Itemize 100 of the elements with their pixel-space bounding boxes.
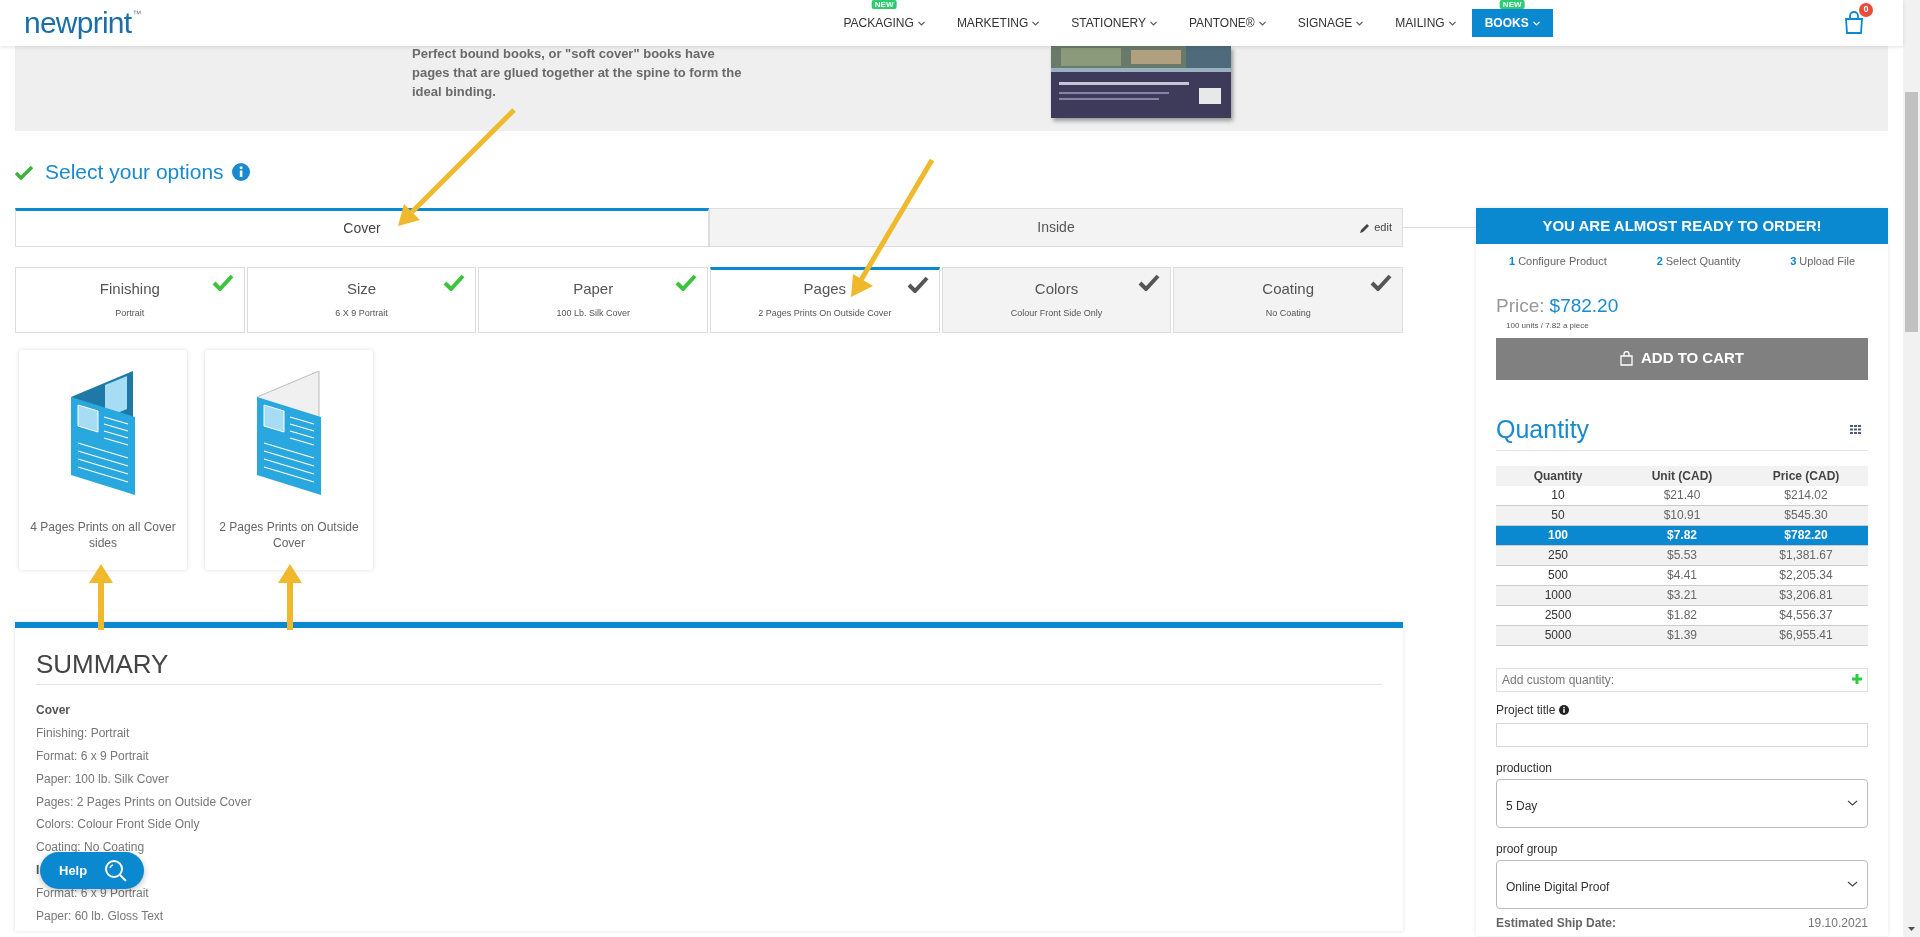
nav-link[interactable]: PANTONE® — [1172, 9, 1282, 37]
step-title: Coating — [1262, 279, 1315, 299]
plus-icon[interactable] — [1852, 673, 1862, 684]
step-value: 6 X 9 Portrait — [335, 306, 388, 320]
cart-icon[interactable] — [1843, 11, 1865, 35]
pencil-icon — [1360, 222, 1371, 233]
custom-quantity-field[interactable]: Add custom quantity: — [1496, 667, 1868, 692]
price-note: 100 units / 7.82 a piece — [1506, 320, 1590, 331]
production-select[interactable]: 5 Day — [1496, 778, 1868, 828]
scrollbar-thumb[interactable] — [1905, 92, 1918, 332]
step-tab[interactable]: Paper 100 Lb. Silk Cover — [478, 267, 708, 333]
column-header: Unit (CAD) — [1650, 467, 1714, 485]
step-title: Paper — [573, 279, 614, 299]
check-icon — [675, 274, 697, 291]
check-icon — [211, 274, 234, 291]
column-header: Price (CAD) — [1771, 467, 1841, 485]
grid-icon[interactable] — [1850, 425, 1862, 434]
nav-link[interactable]: PACKAGING — [827, 9, 941, 37]
quantity-row[interactable]: 50 $10.91 $545.30 — [1496, 505, 1868, 526]
step-value: 2 Pages Prints On Outside Cover — [758, 306, 892, 320]
edit-link[interactable]: edit — [1360, 219, 1392, 236]
summary-heading: Cover — [36, 702, 70, 720]
step-tab[interactable]: Size 6 X 9 Portrait — [246, 267, 477, 333]
summary-line: Colors: Colour Front Side Only — [36, 816, 200, 834]
summary-line: Format: 6 x 9 Portrait — [36, 748, 149, 765]
option-card[interactable]: 2 Pages Prints on Outside Cover — [205, 350, 373, 570]
nav-link[interactable]: MARKETING — [940, 9, 1056, 37]
bag-icon — [1619, 351, 1633, 366]
scroll-down-arrow-icon[interactable] — [1908, 927, 1915, 931]
field-label: production — [1496, 759, 1554, 777]
summary-line: Pages: 2 Pages Prints on Outside Cover — [36, 793, 252, 811]
folded-booklet-icon — [257, 371, 321, 495]
order-step: 2 Select Quantity — [1656, 252, 1741, 270]
logo[interactable]: newprint — [24, 8, 132, 38]
nav-link[interactable]: SIGNAGE — [1281, 9, 1380, 37]
nav-link[interactable]: MAILING — [1379, 9, 1472, 37]
new-badge: NEW — [1499, 0, 1525, 9]
annotation-arrow — [278, 564, 302, 630]
order-step: 1 Configure Product — [1509, 252, 1607, 270]
order-banner: YOU ARE ALMOST READY TO ORDER! — [1476, 208, 1888, 244]
summary-heading: I — [36, 861, 40, 879]
step-title: Pages — [803, 279, 847, 299]
summary-line: Paper: 60 lb. Gloss Text — [36, 907, 164, 925]
step-value: 100 Lb. Silk Cover — [556, 306, 630, 320]
check-icon — [1138, 274, 1161, 291]
chevron-down-icon — [1356, 20, 1364, 26]
option-label: 2 Pages Prints on Outside Cover — [218, 519, 360, 551]
step-tab[interactable]: Pages 2 Pages Prints On Outside Cover — [710, 267, 940, 333]
chevron-down-icon — [1847, 881, 1858, 887]
section-tab[interactable]: Inside edit — [709, 208, 1403, 247]
nav-link[interactable]: STATIONERY — [1055, 9, 1173, 37]
step-title: Colors — [1034, 279, 1079, 299]
scrollbar[interactable] — [1903, 0, 1920, 937]
chevron-down-icon — [1149, 20, 1157, 26]
ship-date-value: 19.10.2021 — [1807, 914, 1868, 932]
check-icon — [906, 276, 929, 293]
price-label: Price: — [1496, 294, 1545, 318]
add-to-cart-button[interactable]: ADD TO CART — [1496, 337, 1868, 380]
trademark-mark: ™ — [132, 8, 142, 21]
new-badge: NEW — [871, 0, 897, 9]
chevron-down-icon — [1532, 20, 1540, 26]
folded-booklet-icon — [71, 371, 135, 495]
quantity-row[interactable]: 250 $5.53 $1,381.67 — [1496, 545, 1868, 566]
price-value: $782.20 — [1549, 294, 1619, 318]
chevron-down-icon — [1032, 20, 1040, 26]
annotation-arrow — [89, 564, 113, 630]
cart-count-badge: 0 — [1859, 3, 1873, 17]
chevron-down-icon — [1258, 20, 1266, 26]
field-label: Project title — [1496, 701, 1556, 719]
order-step: 3 Upload File — [1790, 252, 1855, 270]
chevron-down-icon — [1448, 20, 1456, 26]
column-header: Quantity — [1532, 467, 1584, 485]
info-icon[interactable] — [1559, 704, 1570, 715]
chevron-down-icon — [917, 20, 925, 26]
ship-date-label: Estimated Ship Date: — [1496, 914, 1617, 932]
hero-description: Perfect bound books, or "soft cover" books have pages that are glued together at the spine to form the ideal binding. — [412, 45, 742, 101]
step-value: Portrait — [115, 306, 145, 320]
proof-group-select[interactable]: Online Digital Proof — [1496, 859, 1868, 909]
field-label: proof group — [1496, 840, 1559, 858]
option-label: 4 Pages Prints on all Cover sides — [29, 519, 177, 551]
summary-line: Finishing: Portrait — [36, 725, 130, 743]
step-tab[interactable]: Coating No Coating — [1173, 267, 1404, 333]
step-title: Size — [346, 279, 377, 299]
quantity-row[interactable]: 100 $7.82 $782.20 — [1496, 525, 1868, 546]
summary-line: Paper: 100 lb. Silk Cover — [36, 770, 169, 788]
summary-title: SUMMARY — [36, 628, 1382, 685]
section-title: Select your options — [45, 159, 224, 186]
check-icon — [443, 274, 466, 291]
project-title-field[interactable] — [1496, 722, 1868, 747]
check-icon — [15, 164, 33, 180]
quantity-title: Quantity — [1496, 413, 1590, 445]
search-icon — [104, 858, 129, 883]
option-card[interactable]: 4 Pages Prints on all Cover sides — [19, 350, 187, 570]
step-tab[interactable]: Colors Colour Front Side Only — [941, 267, 1172, 333]
step-tab[interactable]: Finishing Portrait — [15, 267, 245, 333]
quantity-row[interactable]: 1000 $3.21 $3,206.81 — [1496, 585, 1868, 606]
nav-link[interactable]: BOOKS — [1471, 9, 1553, 37]
step-value: No Coating — [1265, 306, 1311, 320]
quantity-row[interactable]: 5000 $1.39 $6,955.41 — [1496, 625, 1868, 646]
section-tab[interactable]: Cover — [15, 208, 709, 247]
